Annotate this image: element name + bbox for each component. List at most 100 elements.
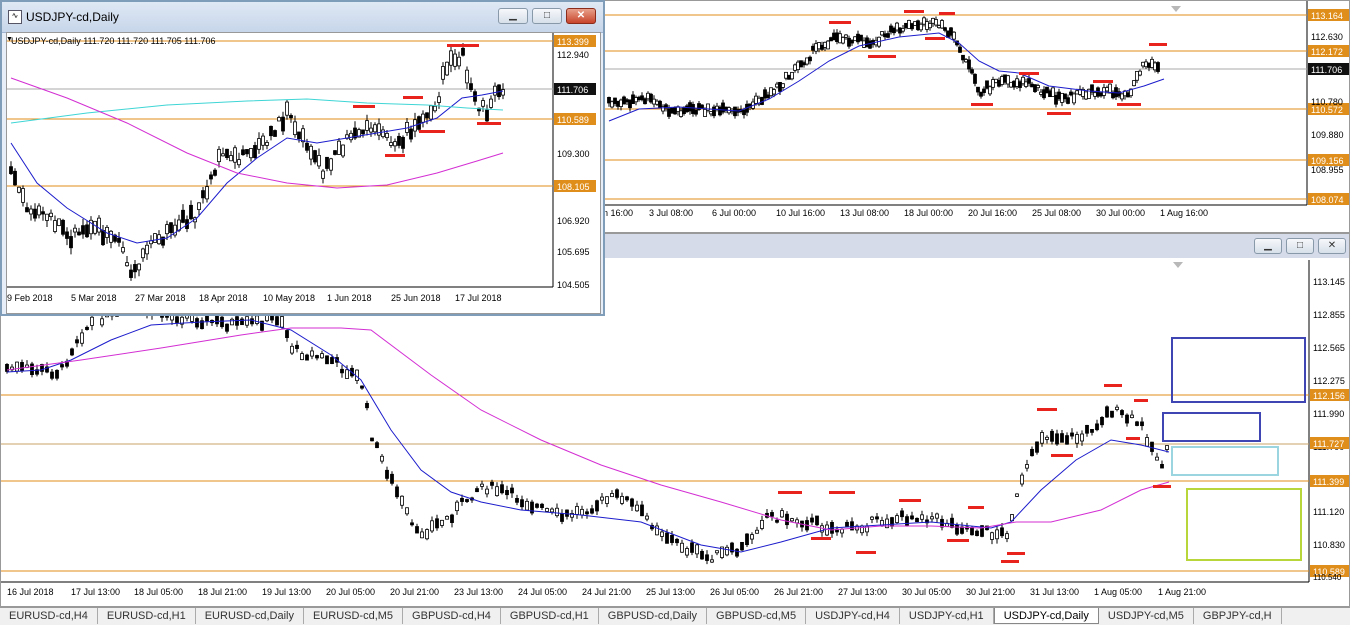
main-candle bbox=[340, 368, 344, 374]
main-minimize-button[interactable]: ▁ bbox=[1254, 238, 1282, 254]
chart-tab-gbpjpy-cd-h[interactable]: GBPJPY-cd,H bbox=[1194, 608, 1282, 624]
chart-tab-eurusd-cd-h1[interactable]: EURUSD-cd,H1 bbox=[98, 608, 196, 624]
h4-candle bbox=[640, 95, 644, 101]
daily-candle bbox=[57, 218, 61, 226]
daily-candle bbox=[301, 128, 305, 143]
main-candle bbox=[975, 530, 979, 537]
chart-tab-usdjpy-cd-daily[interactable]: USDJPY-cd,Daily bbox=[993, 608, 1099, 624]
h4-candle bbox=[925, 21, 929, 30]
main-candle bbox=[175, 316, 179, 323]
daily-candle bbox=[93, 220, 97, 234]
main-candle bbox=[700, 550, 704, 560]
resistance-marker bbox=[899, 499, 921, 502]
h4-candle bbox=[1033, 84, 1037, 93]
main-candle bbox=[635, 504, 639, 512]
main-candle bbox=[790, 518, 794, 522]
daily-candle bbox=[69, 236, 73, 249]
daily-candle bbox=[101, 230, 105, 246]
main-candle bbox=[675, 538, 679, 544]
daily-candle bbox=[21, 188, 25, 203]
daily-candle bbox=[53, 220, 57, 232]
daily-candle bbox=[205, 186, 209, 200]
h4-candle bbox=[979, 91, 983, 97]
daily-close-button[interactable]: ✕ bbox=[566, 8, 596, 24]
daily-maximize-button[interactable]: □ bbox=[532, 8, 562, 24]
main-candle bbox=[85, 326, 89, 330]
daily-candle bbox=[397, 135, 401, 146]
chart-tab-usdjpy-cd-m5[interactable]: USDJPY-cd,M5 bbox=[1099, 608, 1194, 624]
h4-candle bbox=[961, 54, 965, 61]
daily-price-chart[interactable]: 113.399 111.706 110.589 108.105 112.940 109.3… bbox=[7, 33, 600, 313]
chart-tab-gbpusd-cd-h4[interactable]: GBPUSD-cd,H4 bbox=[403, 608, 501, 624]
chart-tab-eurusd-cd-m5[interactable]: EURUSD-cd,M5 bbox=[304, 608, 404, 624]
resistance-marker bbox=[1093, 80, 1113, 83]
main-candle bbox=[430, 520, 434, 532]
main-candle bbox=[915, 517, 919, 523]
daily-minimize-button[interactable]: ▁ bbox=[498, 8, 528, 24]
main-candle bbox=[395, 486, 399, 498]
main-candle bbox=[775, 519, 779, 523]
daily-candle bbox=[417, 116, 421, 130]
h4-level-tag-113164: 113.164 bbox=[1311, 11, 1343, 21]
main-maximize-button[interactable]: □ bbox=[1286, 238, 1314, 254]
time-axis-label: 25 Jun 2018 bbox=[391, 293, 441, 303]
h4-candle bbox=[967, 59, 971, 70]
h4-price-chart[interactable]: 113.164112.172111.706110.572109.156108.0… bbox=[599, 1, 1349, 232]
h4-candle bbox=[1132, 80, 1136, 87]
main-candle bbox=[215, 314, 219, 325]
time-axis-label: 1 Aug 16:00 bbox=[1160, 208, 1208, 218]
chart-tab-gbpusd-cd-m5[interactable]: GBPUSD-cd,M5 bbox=[707, 608, 807, 624]
daily-candle bbox=[117, 237, 121, 243]
daily-candle bbox=[213, 169, 217, 176]
h4-candle bbox=[742, 109, 746, 116]
chart-tab-eurusd-cd-daily[interactable]: EURUSD-cd,Daily bbox=[196, 608, 304, 624]
main-candle bbox=[305, 354, 309, 361]
main-candle bbox=[1050, 430, 1054, 442]
daily-candle bbox=[457, 56, 461, 67]
main-candle bbox=[1100, 417, 1104, 426]
main-candle bbox=[5, 363, 9, 372]
main-candle bbox=[890, 517, 894, 527]
daily-candle bbox=[497, 84, 501, 98]
daily-candle bbox=[61, 219, 65, 235]
main-close-button[interactable]: ✕ bbox=[1318, 238, 1346, 254]
chart-tab-usdjpy-cd-h4[interactable]: USDJPY-cd,H4 bbox=[806, 608, 900, 624]
price-axis-label: 110.830 bbox=[1313, 540, 1345, 550]
main-candle bbox=[410, 522, 414, 526]
main-candle bbox=[245, 316, 249, 326]
daily-candle bbox=[81, 225, 85, 235]
main-candle bbox=[1145, 437, 1149, 447]
daily-candle bbox=[437, 96, 441, 103]
h4-candle bbox=[1036, 85, 1040, 89]
h4-candle bbox=[997, 79, 1001, 87]
h4-candle bbox=[976, 86, 980, 93]
main-candle bbox=[705, 554, 709, 561]
daily-candle bbox=[305, 142, 309, 151]
resistance-marker bbox=[1153, 485, 1171, 488]
daily-candle bbox=[233, 147, 237, 163]
chart-tab-eurusd-cd-h4[interactable]: EURUSD-cd,H4 bbox=[0, 608, 98, 624]
main-candle bbox=[640, 504, 644, 517]
main-candle bbox=[1045, 436, 1049, 440]
h4-candle bbox=[844, 34, 848, 38]
daily-candle bbox=[333, 150, 337, 155]
chart-tab-usdjpy-cd-h1[interactable]: USDJPY-cd,H1 bbox=[900, 608, 994, 624]
h4-candle bbox=[781, 83, 785, 88]
chart-tab-gbpusd-cd-h1[interactable]: GBPUSD-cd,H1 bbox=[501, 608, 599, 624]
daily-candle bbox=[449, 50, 453, 66]
h4-candle bbox=[886, 33, 890, 38]
chart-tab-gbpusd-cd-daily[interactable]: GBPUSD-cd,Daily bbox=[599, 608, 708, 624]
main-candle bbox=[90, 316, 94, 326]
dropdown-triangle-icon[interactable]: ▼ bbox=[6, 36, 13, 43]
main-candle bbox=[100, 318, 104, 326]
h4-candle bbox=[649, 93, 653, 103]
h4-candle bbox=[1021, 76, 1025, 85]
time-axis-label: n 16:00 bbox=[603, 208, 633, 218]
daily-window-titlebar[interactable]: ∿ USDJPY-cd,Daily ▁ □ ✕ bbox=[2, 2, 603, 33]
daily-candle bbox=[433, 105, 437, 112]
h4-candle bbox=[1015, 78, 1019, 87]
resistance-marker bbox=[1134, 399, 1148, 402]
daily-candle bbox=[453, 53, 457, 67]
main-candle bbox=[780, 510, 784, 518]
daily-candle bbox=[369, 127, 373, 133]
